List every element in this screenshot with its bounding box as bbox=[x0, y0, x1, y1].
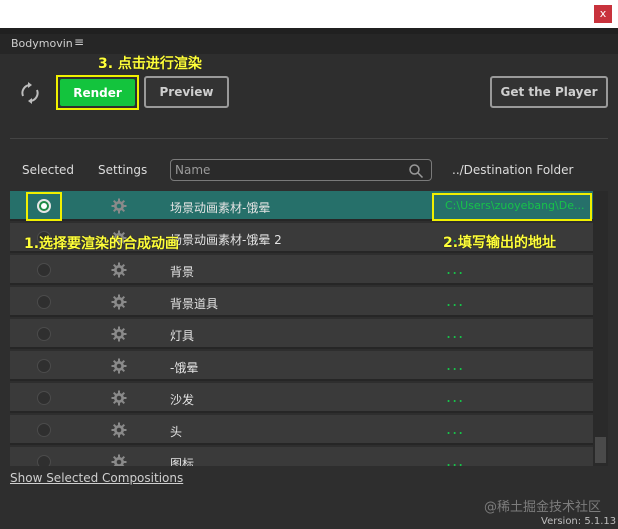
gear-icon[interactable] bbox=[111, 198, 127, 214]
composition-name: 场景动画素材-饿晕 bbox=[170, 201, 271, 215]
destination-dots[interactable]: ... bbox=[446, 357, 464, 373]
composition-name: 沙发 bbox=[170, 393, 195, 407]
show-selected-compositions-link[interactable]: Show Selected Compositions bbox=[10, 471, 183, 485]
gear-icon[interactable] bbox=[111, 454, 127, 466]
window-titlebar: x bbox=[0, 0, 618, 28]
destination-dots[interactable]: ... bbox=[446, 325, 464, 341]
select-radio[interactable] bbox=[37, 359, 51, 373]
toolbar-divider bbox=[10, 138, 608, 139]
gear-icon[interactable] bbox=[111, 262, 127, 278]
gear-icon[interactable] bbox=[111, 294, 127, 310]
watermark: @稀土掘金技术社区 bbox=[484, 500, 602, 515]
composition-row[interactable]: 背景道具 ... bbox=[10, 287, 593, 317]
column-destination: ../Destination Folder bbox=[452, 163, 574, 177]
select-radio[interactable] bbox=[37, 391, 51, 405]
composition-row[interactable]: 图标 ... bbox=[10, 447, 593, 466]
composition-row[interactable]: 背景 ... bbox=[10, 255, 593, 285]
app-name: Bodymovin bbox=[11, 37, 73, 50]
destination-dots[interactable]: ... bbox=[446, 389, 464, 405]
name-filter bbox=[170, 159, 432, 181]
select-radio[interactable] bbox=[37, 295, 51, 309]
composition-row[interactable]: 头 ... bbox=[10, 415, 593, 445]
annotation-step1: 1.选择要渲染的合成动画 bbox=[24, 236, 180, 252]
menu-icon[interactable]: ≡ bbox=[74, 35, 84, 49]
gear-icon[interactable] bbox=[111, 390, 127, 406]
preview-button[interactable]: Preview bbox=[144, 76, 229, 108]
select-radio[interactable] bbox=[37, 423, 51, 437]
search-icon[interactable] bbox=[408, 163, 424, 179]
destination-highlight-frame bbox=[432, 193, 592, 221]
select-radio[interactable] bbox=[37, 263, 51, 277]
composition-name: 图标 bbox=[170, 457, 195, 466]
composition-name: 头 bbox=[170, 425, 183, 439]
render-button[interactable]: Render bbox=[60, 79, 135, 106]
column-selected: Selected bbox=[22, 163, 75, 177]
annotation-step2: 2.填写输出的地址 bbox=[443, 235, 557, 251]
panel-header: Bodymovin ≡ bbox=[0, 34, 618, 54]
select-radio[interactable] bbox=[37, 327, 51, 341]
list-scrollbar[interactable] bbox=[593, 191, 608, 466]
refresh-icon[interactable] bbox=[17, 80, 43, 106]
composition-name: -饿晕 bbox=[170, 361, 199, 375]
annotation-step3: 3. 点击进行渲染 bbox=[98, 56, 202, 72]
composition-name: 场景动画素材-饿晕 2 bbox=[170, 233, 282, 247]
destination-dots[interactable]: ... bbox=[446, 261, 464, 277]
get-the-player-button[interactable]: Get the Player bbox=[490, 76, 608, 108]
destination-dots[interactable]: ... bbox=[446, 453, 464, 467]
name-search-input[interactable] bbox=[175, 162, 405, 178]
select-radio[interactable] bbox=[37, 455, 51, 466]
selected-highlight-frame bbox=[26, 192, 62, 221]
close-button[interactable]: x bbox=[594, 5, 612, 23]
column-settings: Settings bbox=[98, 163, 148, 177]
composition-name: 背景 bbox=[170, 265, 195, 279]
gear-icon[interactable] bbox=[111, 422, 127, 438]
composition-row[interactable]: 灯具 ... bbox=[10, 319, 593, 349]
composition-row[interactable]: -饿晕 ... bbox=[10, 351, 593, 381]
composition-name: 灯具 bbox=[170, 329, 195, 343]
composition-name: 背景道具 bbox=[170, 297, 219, 311]
destination-dots[interactable]: ... bbox=[446, 421, 464, 437]
destination-dots[interactable]: ... bbox=[446, 293, 464, 309]
gear-icon[interactable] bbox=[111, 358, 127, 374]
gear-icon[interactable] bbox=[111, 326, 127, 342]
composition-row[interactable]: 沙发 ... bbox=[10, 383, 593, 413]
scrollbar-thumb[interactable] bbox=[595, 437, 606, 463]
version-label: Version: 5.1.13 bbox=[541, 516, 617, 527]
